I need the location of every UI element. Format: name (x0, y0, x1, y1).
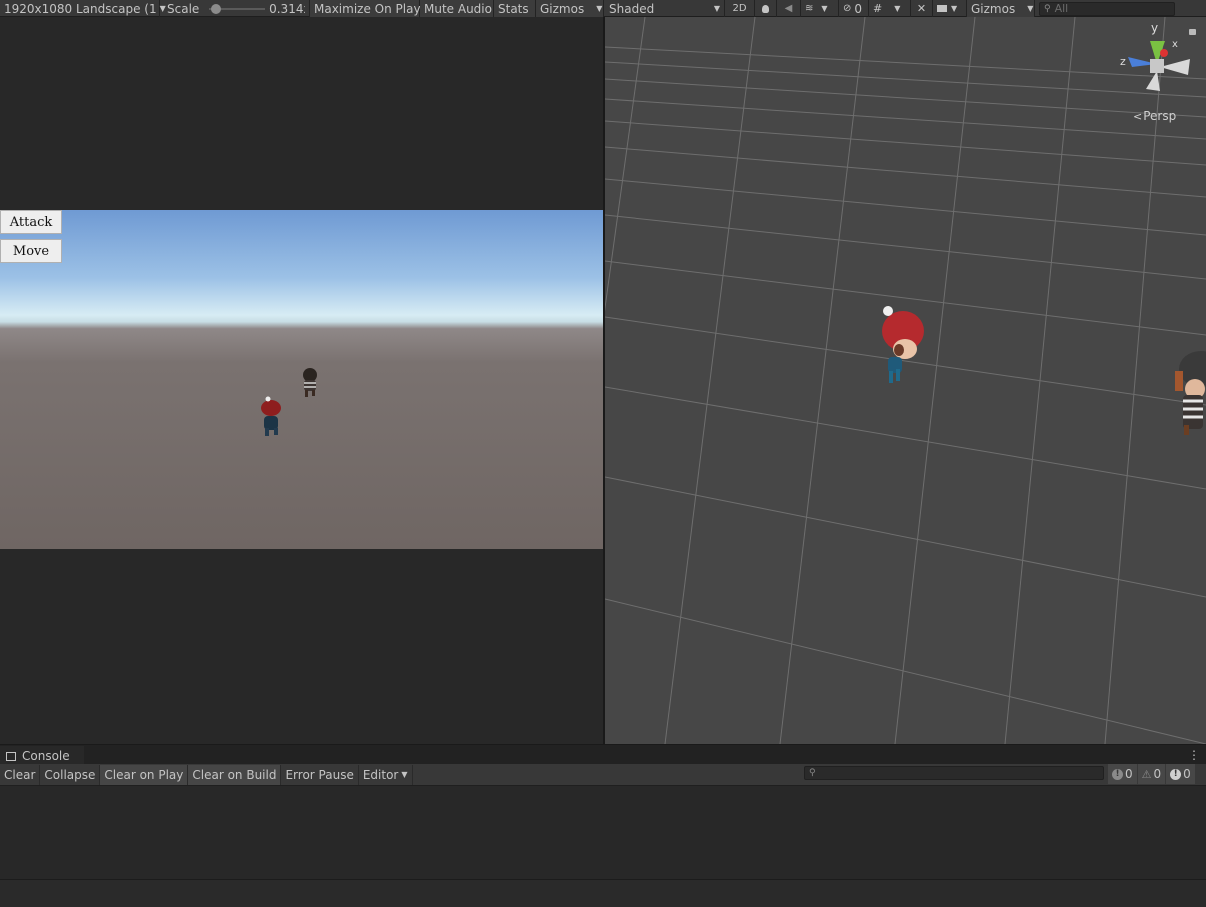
projection-toggle[interactable]: < Persp (1133, 109, 1176, 123)
gizmo-y-label: y (1151, 21, 1159, 35)
game-gizmos-label: Gizmos (540, 1, 585, 16)
scene-gizmos-button[interactable]: Gizmos ▼ (967, 0, 1035, 17)
chevron-down-icon: ▼ (401, 770, 408, 779)
lightbulb-icon (762, 4, 769, 13)
editor-target-dropdown[interactable]: Editor ▼ (359, 764, 413, 785)
console-tab-label: Console (22, 749, 70, 763)
status-bar (0, 879, 1206, 907)
game-view-toolbar: 1920x1080 Landscape (1 ▼ Scale 0.314x Ma… (0, 0, 604, 17)
orientation-gizmo[interactable] (1120, 29, 1200, 99)
scene-search-placeholder: All (1054, 2, 1069, 15)
warning-icon: ⚠ (1141, 767, 1152, 781)
scale-control[interactable]: Scale 0.314x (160, 0, 310, 17)
toggle-2d-label: 2D (732, 3, 747, 14)
warning-count-toggle[interactable]: ⚠ 0 (1137, 764, 1167, 784)
console-icon (6, 751, 16, 761)
hidden-objects-toggle[interactable]: ⊘ 0 (839, 0, 869, 17)
clear-button[interactable]: Clear (0, 764, 41, 785)
tab-console[interactable]: Console (0, 746, 84, 766)
chevron-left-icon: < (1133, 109, 1143, 123)
game-view[interactable]: Attack Move (0, 210, 603, 549)
neg-x-axis-cone[interactable] (1160, 59, 1190, 75)
camera-icon (937, 5, 947, 12)
shading-mode-dropdown[interactable]: Shaded ▼ (605, 0, 725, 17)
search-icon: ⚲ (1044, 3, 1051, 14)
scale-value: 0.314x (269, 1, 305, 16)
hidden-count: 0 (854, 1, 863, 16)
resolution-label: 1920x1080 Landscape (1 (4, 1, 157, 16)
game-panel: Attack Move (0, 17, 604, 744)
scene-view[interactable]: y x z < Persp (605, 17, 1206, 744)
attack-button[interactable]: Attack (0, 210, 62, 234)
character-striped (303, 368, 317, 397)
error-pause-button[interactable]: Error Pause (281, 764, 359, 785)
scale-slider[interactable] (209, 3, 266, 14)
gizmo-center-cube[interactable] (1150, 59, 1164, 73)
projection-label: Persp (1143, 109, 1177, 123)
mute-audio-button[interactable]: Mute Audio (420, 0, 494, 17)
resolution-dropdown[interactable]: 1920x1080 Landscape (1 ▼ (0, 0, 166, 17)
log-count-toggle[interactable]: ! 0 (1108, 764, 1138, 784)
toggle-2d-button[interactable]: 2D (725, 0, 755, 17)
console-search-input[interactable]: ⚲ (804, 766, 1104, 780)
maximize-on-play-button[interactable]: Maximize On Play (310, 0, 421, 17)
clear-on-play-button[interactable]: Clear on Play (100, 764, 189, 785)
character-red-hat (261, 396, 281, 436)
scene-view-toolbar: Shaded ▼ 2D ◀ ≋ ▼ ⊘ 0 # ▼ ✕ ▼ Gizmos ▼ ⚲… (605, 0, 1175, 17)
scene-characters (882, 306, 1206, 435)
speaker-icon: ◀ (784, 3, 793, 14)
chevron-down-icon: ▼ (821, 4, 828, 13)
layers-icon: ≋ (805, 3, 814, 14)
error-icon: ! (1170, 768, 1182, 780)
more-options-icon[interactable]: ⋮ (1188, 748, 1200, 762)
console-toolbar: Clear Collapse Clear on Play Clear on Bu… (0, 764, 1206, 786)
error-count-toggle[interactable]: ! 0 (1166, 764, 1196, 784)
shading-mode-label: Shaded (609, 1, 655, 16)
scene-gizmos-label: Gizmos (971, 1, 1016, 16)
chevron-down-icon: ▼ (951, 4, 958, 13)
character-red-hat (882, 306, 924, 383)
chevron-down-icon: ▼ (894, 4, 901, 13)
search-icon: ⚲ (809, 768, 816, 778)
clear-on-build-button[interactable]: Clear on Build (188, 764, 282, 785)
camera-dropdown[interactable]: ▼ (933, 0, 967, 17)
collapse-button[interactable]: Collapse (40, 764, 101, 785)
effects-toggle[interactable]: ≋ ▼ (801, 0, 839, 17)
character-striped (1175, 351, 1206, 435)
log-count: 0 (1125, 767, 1133, 781)
game-gizmos-button[interactable]: Gizmos ▼ (536, 0, 604, 17)
move-button[interactable]: Move (0, 239, 62, 263)
eye-crossed-icon: ⊘ (843, 3, 852, 14)
grid-icon: # (873, 2, 883, 15)
gizmo-x-label: x (1172, 39, 1178, 50)
console-counters: ! 0 ⚠ 0 ! 0 (1108, 764, 1196, 784)
scene-lock-icon[interactable] (1189, 29, 1196, 35)
scale-slider-thumb[interactable] (211, 3, 222, 14)
tools-toggle[interactable]: ✕ (911, 0, 933, 17)
gizmo-z-label: z (1120, 55, 1126, 68)
scale-label: Scale (167, 1, 200, 16)
stats-button[interactable]: Stats (494, 0, 536, 17)
neg-y-axis-cone[interactable] (1146, 71, 1160, 91)
x-axis-cone[interactable] (1160, 49, 1168, 57)
info-icon: ! (1112, 768, 1123, 780)
chevron-down-icon: ▼ (1027, 4, 1034, 13)
game-characters (261, 368, 317, 436)
console-log-area[interactable] (0, 786, 1206, 879)
tools-icon: ✕ (916, 2, 927, 15)
chevron-down-icon: ▼ (596, 4, 603, 13)
chevron-down-icon: ▼ (713, 4, 720, 13)
grid-toggle[interactable]: # ▼ (869, 0, 911, 17)
error-count: 0 (1183, 767, 1191, 781)
editor-target-label: Editor (362, 767, 399, 782)
scene-search-field[interactable]: ⚲ All (1039, 1, 1175, 16)
lighting-toggle[interactable] (755, 0, 777, 17)
warning-count: 0 (1153, 767, 1162, 781)
console-tab-bar: Console ⋮ (0, 744, 1206, 766)
audio-toggle[interactable]: ◀ (777, 0, 801, 17)
